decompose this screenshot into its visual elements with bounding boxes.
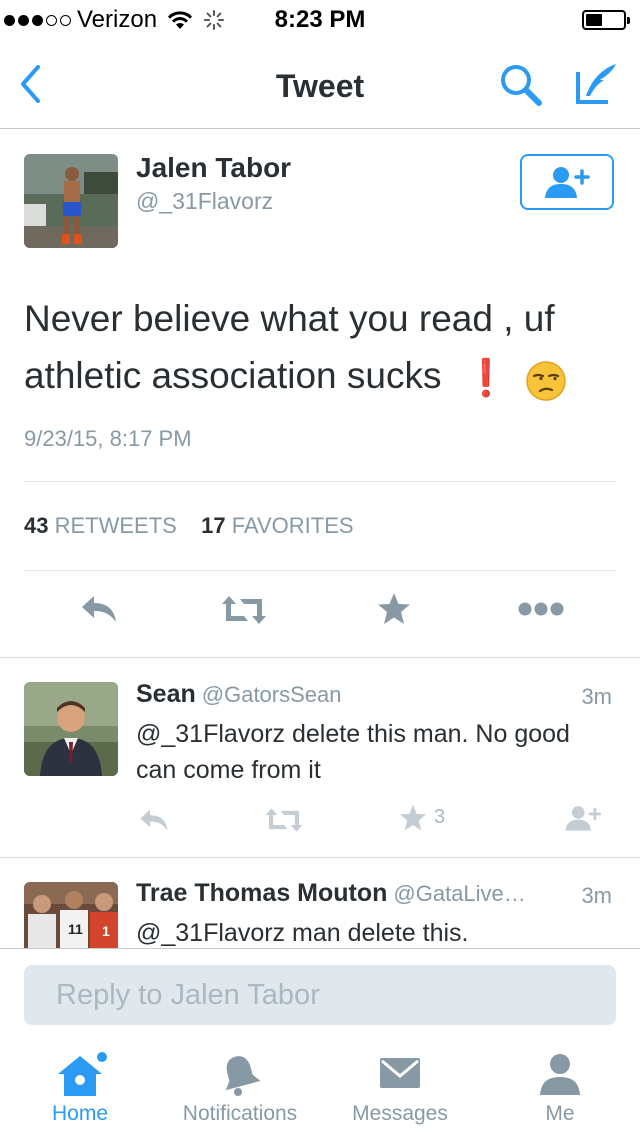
author-handle[interactable]: @_31Flavorz xyxy=(136,188,273,215)
status-time: 8:23 PM xyxy=(274,6,366,33)
battery-icon xyxy=(582,10,630,30)
follow-button[interactable] xyxy=(520,154,614,210)
reply-input[interactable] xyxy=(24,965,616,1025)
divider xyxy=(24,481,616,482)
reply-author-handle: @GataLive… xyxy=(393,881,526,906)
retweet-icon[interactable] xyxy=(220,596,268,624)
envelope-icon xyxy=(380,1058,420,1088)
divider xyxy=(0,657,640,658)
unamused-face-emoji xyxy=(525,350,567,407)
tweet-timestamp: 9/23/15, 8:17 PM xyxy=(24,426,192,451)
favorite-count: 3 xyxy=(434,806,446,828)
tab-label: Notifications xyxy=(182,1102,298,1125)
tweet-stats: 43 RETWEETS 17 FAVORITES xyxy=(24,513,354,539)
reply-text: @_31Flavorz delete this man. No good can… xyxy=(136,720,570,784)
svg-text:1: 1 xyxy=(102,923,110,939)
search-icon[interactable] xyxy=(498,62,544,108)
exclamation-emoji: ❗ xyxy=(463,357,509,399)
favorites-stat[interactable]: 17 FAVORITES xyxy=(201,513,353,538)
tab-label: Home xyxy=(51,1102,109,1125)
author-name[interactable]: Jalen Tabor xyxy=(136,152,291,184)
tweet-actions xyxy=(0,590,640,636)
svg-text:11: 11 xyxy=(68,921,83,937)
home-icon xyxy=(58,1052,107,1096)
battery-level xyxy=(586,14,602,26)
reply-author-name: Trae Thomas Mouton xyxy=(136,879,388,907)
reply-author-name: Sean xyxy=(136,680,196,708)
page-title: Tweet xyxy=(275,68,365,104)
more-options-icon[interactable] xyxy=(518,602,564,616)
tab-home[interactable]: Home xyxy=(0,1040,160,1136)
reply-avatar[interactable] xyxy=(24,682,118,776)
favorite-icon[interactable] xyxy=(376,592,412,626)
author-avatar[interactable] xyxy=(24,154,118,248)
follow-icon xyxy=(545,167,590,198)
reply-timestamp: 3m xyxy=(581,883,612,908)
tab-label: Me xyxy=(545,1102,575,1125)
navigation-bar: Tweet xyxy=(0,40,640,129)
retweets-stat[interactable]: 43 RETWEETS xyxy=(24,513,177,538)
bell-icon xyxy=(225,1056,261,1096)
reply-avatar[interactable]: 11 1 xyxy=(24,882,118,948)
reply-timestamp: 3m xyxy=(581,684,612,709)
tab-label: Messages xyxy=(352,1102,448,1125)
retweet-icon[interactable] xyxy=(264,808,304,832)
reply-text: @_31Flavorz man delete this. xyxy=(136,919,469,947)
reply-icon[interactable] xyxy=(80,594,118,624)
tab-me[interactable]: Me xyxy=(480,1040,640,1136)
divider xyxy=(0,857,640,858)
tab-messages[interactable]: Messages xyxy=(320,1040,480,1136)
status-bar: Verizon 8:23 PM xyxy=(0,0,640,40)
favorite-icon[interactable] xyxy=(398,804,428,832)
compose-icon[interactable] xyxy=(574,60,620,106)
tab-bar: Home Notifications Messages Me xyxy=(0,1040,640,1136)
person-icon xyxy=(540,1054,580,1095)
tab-notifications[interactable]: Notifications xyxy=(160,1040,320,1136)
reply-author-handle: @GatorsSean xyxy=(201,682,342,707)
tweet-text: Never believe what you read , uf athleti… xyxy=(24,290,614,407)
reply-author[interactable]: Sean @GatorsSean xyxy=(136,680,342,709)
reply-author[interactable]: Trae Thomas Mouton @GataLive… xyxy=(136,879,526,908)
reply-icon[interactable] xyxy=(138,808,170,832)
divider xyxy=(24,570,616,571)
follow-icon[interactable] xyxy=(564,804,602,832)
